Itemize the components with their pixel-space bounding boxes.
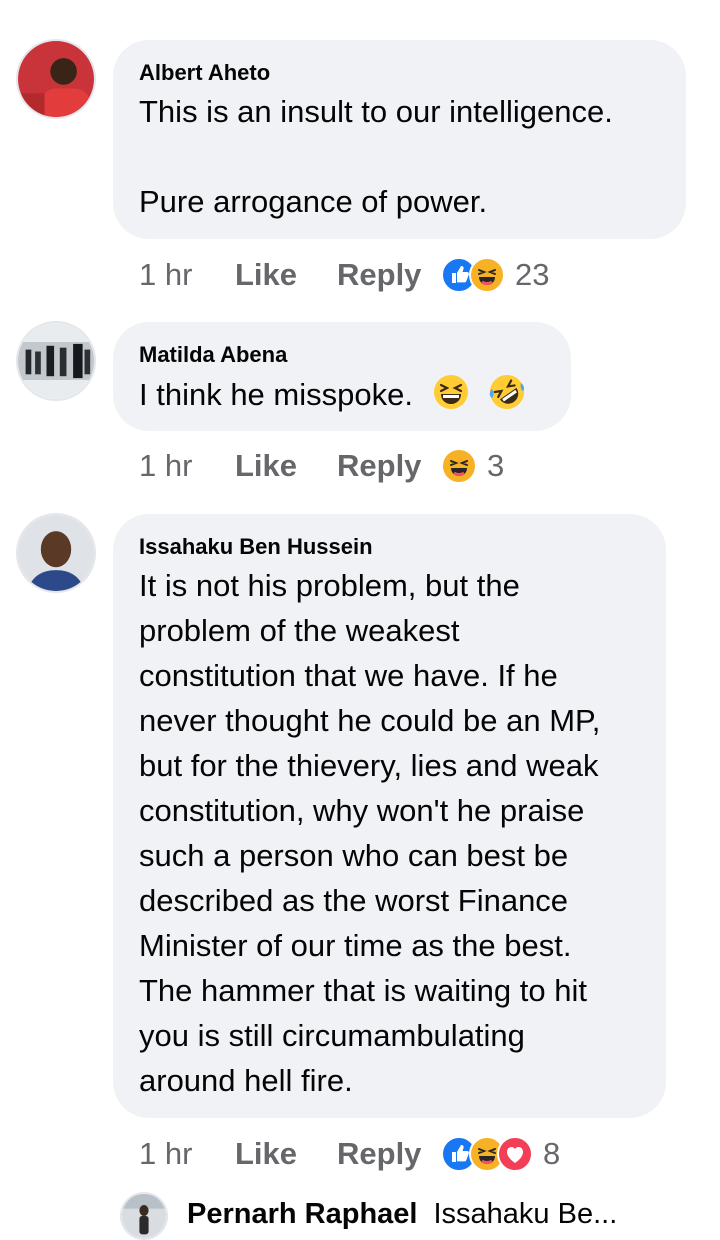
comment-line: but for the thievery, lies and weak — [139, 748, 599, 783]
haha-reaction-icon — [441, 448, 477, 484]
comment-time[interactable]: 1 hr — [139, 1136, 235, 1172]
comment-line: never thought he could be an MP, — [139, 703, 601, 738]
like-button[interactable]: Like — [235, 448, 337, 484]
comment-line: such a person who can best be — [139, 838, 569, 873]
comment-line: constitution that we have. If he — [139, 658, 558, 693]
reply-button[interactable]: Reply — [337, 1136, 441, 1172]
comment-line: The hammer that is waiting to hit — [139, 973, 587, 1008]
comment-time[interactable]: 1 hr — [139, 257, 235, 293]
like-button[interactable]: Like — [235, 257, 337, 293]
rolling-on-floor-laughing-icon — [488, 373, 526, 411]
haha-reaction-icon — [469, 257, 505, 293]
comment-time[interactable]: 1 hr — [139, 448, 235, 484]
grinning-squinting-face-icon — [432, 373, 470, 411]
reply-button[interactable]: Reply — [337, 257, 441, 293]
comment-bubble: Issahaku Ben Hussein It is not his probl… — [113, 514, 666, 1118]
comment-line: Pure arrogance of power. — [139, 184, 488, 219]
love-reaction-icon — [497, 1136, 533, 1172]
comment-line: This is an insult to our intelligence. — [139, 94, 613, 129]
comment-line: I think he misspoke. — [139, 377, 413, 412]
comment-line — [139, 134, 613, 179]
comment-author[interactable]: Matilda Abena — [139, 342, 287, 368]
avatar[interactable] — [16, 513, 96, 593]
comment-bubble: Albert Aheto This is an insult to our in… — [113, 40, 686, 239]
comment-bubble: Matilda Abena I think he misspoke. — [113, 322, 571, 431]
reply-preview[interactable]: Pernarh Raphael Issahaku Be... — [187, 1198, 617, 1231]
avatar[interactable] — [16, 39, 96, 119]
comment-author[interactable]: Issahaku Ben Hussein — [139, 534, 373, 560]
reply-snippet[interactable]: Issahaku Be... — [433, 1198, 617, 1231]
reaction-count: 3 — [487, 448, 505, 483]
comment-line: problem of the weakest — [139, 613, 460, 648]
reply-author[interactable]: Pernarh Raphael — [187, 1198, 417, 1231]
reply-button[interactable]: Reply — [337, 448, 441, 484]
reaction-summary[interactable]: 3 — [441, 448, 504, 484]
comment-actions: 1 hr Like Reply 8 — [139, 1134, 560, 1174]
comment-line: around hell fire. — [139, 1063, 353, 1098]
reaction-summary[interactable]: 8 — [441, 1136, 560, 1172]
avatar[interactable] — [16, 321, 96, 401]
comment-line: constitution, why won't he praise — [139, 793, 585, 828]
comment-text: This is an insult to our intelligence. P… — [139, 89, 613, 224]
comment-line: It is not his problem, but the — [139, 568, 520, 603]
comment-text: I think he misspoke. — [139, 372, 526, 417]
comment-text: It is not his problem, but the problem o… — [139, 563, 600, 1103]
comment-actions: 1 hr Like Reply 23 — [139, 255, 549, 295]
avatar[interactable] — [120, 1192, 168, 1240]
comment-actions: 1 hr Like Reply 3 — [139, 446, 504, 486]
comment-line: you is still circumambulating — [139, 1018, 525, 1053]
comment-line: Minister of our time as the best. — [139, 928, 572, 963]
reaction-count: 23 — [515, 257, 550, 292]
comment-line: described as the worst Finance — [139, 883, 569, 918]
comment-author[interactable]: Albert Aheto — [139, 60, 270, 86]
reaction-count: 8 — [543, 1136, 561, 1171]
like-button[interactable]: Like — [235, 1136, 337, 1172]
reaction-summary[interactable]: 23 — [441, 257, 549, 293]
